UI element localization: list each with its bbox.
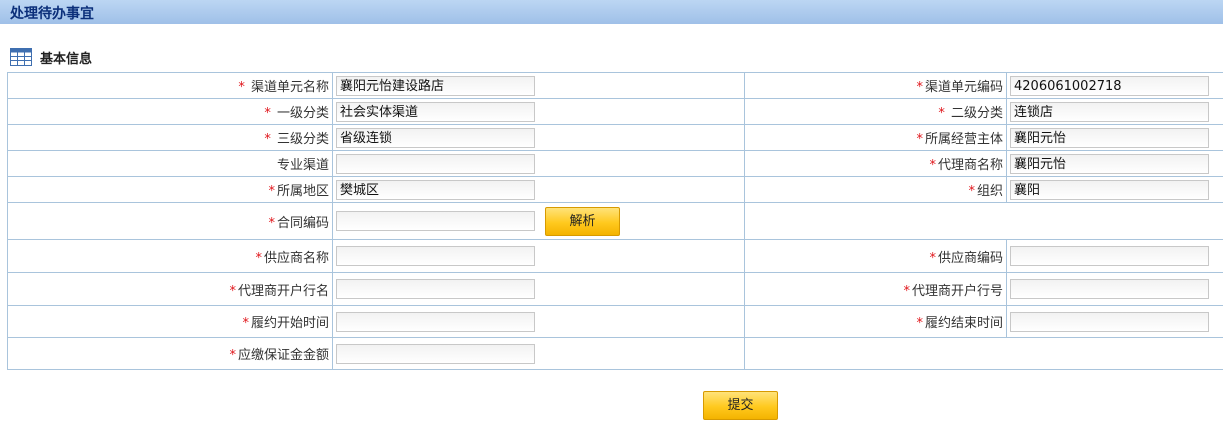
required-mark: * [268, 215, 275, 231]
form-row: 专业渠道 * 代理商名称 襄阳元怡 [7, 150, 1223, 177]
deposit-amount-label: * 应缴保证金金额 [7, 337, 333, 370]
organization-field[interactable]: 襄阳 [1010, 179, 1209, 200]
page-title: 处理待办事宜 [10, 6, 94, 22]
form-row: * 履约开始时间 * 履约结束时间 [7, 305, 1223, 338]
supplier-code-field[interactable] [1010, 246, 1209, 266]
channel-unit-name-label: * 渠道单元名称 [7, 72, 333, 99]
level3-field[interactable]: 省级连锁 [336, 127, 535, 148]
parse-button[interactable]: 解析 [545, 206, 620, 236]
section-header: 基本信息 [10, 46, 92, 68]
level1-cell: 社会实体渠道 [332, 98, 745, 125]
start-time-cell [332, 305, 745, 338]
required-mark: * [916, 132, 923, 147]
operating-entity-field[interactable]: 襄阳元怡 [1010, 127, 1209, 148]
organization-label: * 组织 [744, 176, 1007, 203]
channel-unit-name-field[interactable]: 襄阳元怡建设路店 [336, 75, 535, 96]
agent-bank-no-label: * 代理商开户行号 [744, 272, 1007, 306]
operating-entity-label: * 所属经营主体 [744, 124, 1007, 151]
empty-cell [744, 202, 1223, 240]
level3-label: * 三级分类 [7, 124, 333, 151]
section-title: 基本信息 [40, 51, 93, 67]
channel-unit-code-cell: 4206061002718 [1006, 72, 1223, 99]
form-row: * 供应商名称 * 供应商编码 [7, 239, 1223, 273]
channel-unit-code-label: * 渠道单元编码 [744, 72, 1007, 99]
level2-label: * 二级分类 [744, 98, 1007, 125]
supplier-code-cell [1006, 239, 1223, 273]
table-icon [10, 48, 32, 66]
end-time-cell [1006, 305, 1223, 338]
basic-info-form: * 渠道单元名称 襄阳元怡建设路店 * 渠道单元编码 4206061002718 … [7, 72, 1223, 370]
level1-field[interactable]: 社会实体渠道 [336, 101, 535, 122]
level3-cell: 省级连锁 [332, 124, 745, 151]
supplier-name-cell [332, 239, 745, 273]
level1-label: * 一级分类 [7, 98, 333, 125]
required-mark: * [929, 250, 936, 266]
deposit-amount-field[interactable] [336, 343, 535, 364]
page-header: 处理待办事宜 [0, 0, 1223, 24]
supplier-name-label: * 供应商名称 [7, 239, 333, 273]
start-time-label: * 履约开始时间 [7, 305, 333, 338]
required-mark: * [916, 316, 923, 331]
required-mark: * [916, 80, 923, 95]
channel-unit-name-cell: 襄阳元怡建设路店 [332, 72, 745, 99]
form-row: * 合同编码 解析 [7, 202, 1223, 240]
supplier-code-label: * 供应商编码 [744, 239, 1007, 273]
deposit-amount-cell [332, 337, 745, 370]
contract-code-cell: 解析 [332, 202, 745, 240]
required-mark: * [968, 184, 975, 199]
agent-bank-name-cell [332, 272, 745, 306]
contract-code-field[interactable] [336, 211, 535, 231]
region-label: * 所属地区 [7, 176, 333, 203]
form-row: * 三级分类 省级连锁 * 所属经营主体 襄阳元怡 [7, 124, 1223, 151]
agent-name-field[interactable]: 襄阳元怡 [1010, 153, 1209, 174]
start-time-field[interactable] [336, 311, 535, 332]
required-mark: * [938, 106, 949, 121]
form-row: * 渠道单元名称 襄阳元怡建设路店 * 渠道单元编码 4206061002718 [7, 72, 1223, 99]
submit-button[interactable]: 提交 [703, 391, 778, 420]
required-mark: * [268, 184, 275, 199]
required-mark: * [229, 348, 236, 363]
specialty-channel-field[interactable] [336, 153, 535, 174]
specialty-channel-cell [332, 150, 745, 177]
agent-bank-no-field[interactable] [1010, 279, 1209, 299]
form-row: * 代理商开户行名 * 代理商开户行号 [7, 272, 1223, 306]
required-mark: * [264, 132, 275, 147]
agent-bank-name-field[interactable] [336, 279, 535, 299]
required-mark: * [238, 80, 249, 95]
agent-name-label: * 代理商名称 [744, 150, 1007, 177]
required-mark: * [229, 283, 236, 299]
form-row: * 一级分类 社会实体渠道 * 二级分类 连锁店 [7, 98, 1223, 125]
level2-cell: 连锁店 [1006, 98, 1223, 125]
agent-bank-no-cell [1006, 272, 1223, 306]
end-time-label: * 履约结束时间 [744, 305, 1007, 338]
organization-cell: 襄阳 [1006, 176, 1223, 203]
region-field[interactable]: 樊城区 [336, 179, 535, 200]
empty-cell [744, 337, 1223, 370]
form-row: * 应缴保证金金额 [7, 337, 1223, 370]
required-mark: * [242, 316, 249, 331]
agent-name-cell: 襄阳元怡 [1006, 150, 1223, 177]
supplier-name-field[interactable] [336, 246, 535, 266]
form-row: * 所属地区 樊城区 * 组织 襄阳 [7, 176, 1223, 203]
required-mark: * [903, 283, 910, 299]
agent-bank-name-label: * 代理商开户行名 [7, 272, 333, 306]
required-mark: * [264, 106, 275, 121]
region-cell: 樊城区 [332, 176, 745, 203]
end-time-field[interactable] [1010, 311, 1209, 332]
required-mark: * [255, 250, 262, 266]
level2-field[interactable]: 连锁店 [1010, 101, 1209, 122]
operating-entity-cell: 襄阳元怡 [1006, 124, 1223, 151]
specialty-channel-label: 专业渠道 [7, 150, 333, 177]
channel-unit-code-field[interactable]: 4206061002718 [1010, 75, 1209, 96]
contract-code-label: * 合同编码 [7, 202, 333, 240]
required-mark: * [929, 158, 936, 173]
